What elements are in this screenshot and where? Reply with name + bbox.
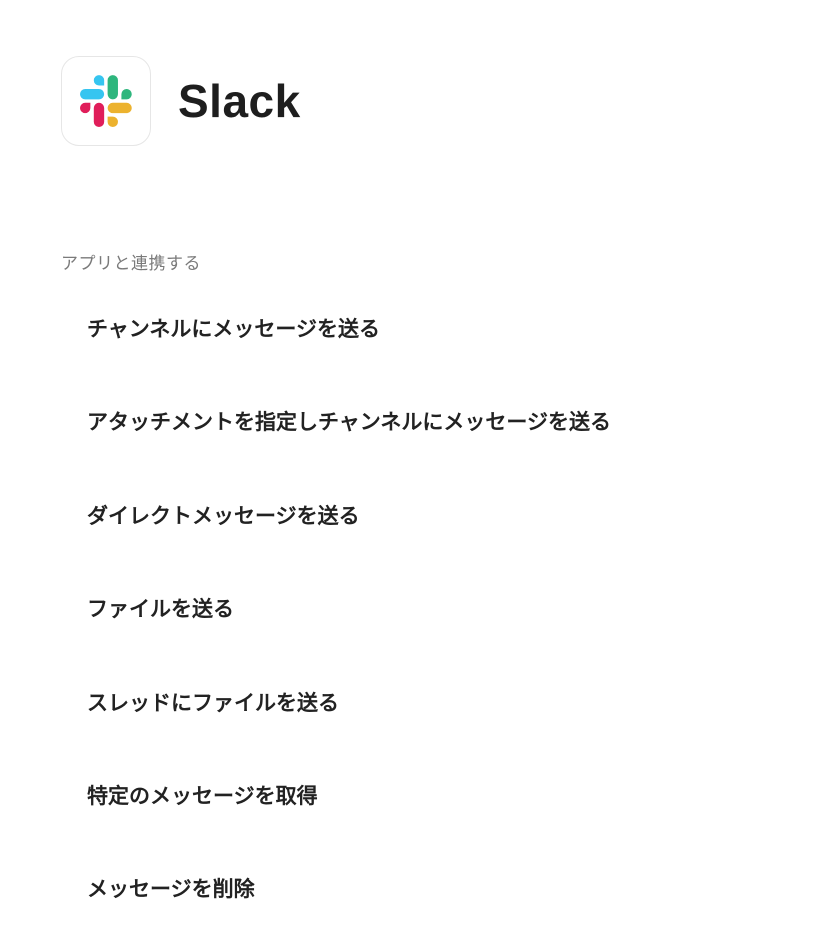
section-label: アプリと連携する — [61, 254, 201, 274]
action-send-channel-message-with-attachment[interactable]: アタッチメントを指定しチャンネルにメッセージを送る — [87, 408, 611, 436]
app-title: Slack — [178, 75, 301, 127]
action-send-file[interactable]: ファイルを送る — [87, 595, 234, 623]
action-delete-message[interactable]: メッセージを削除 — [87, 875, 255, 903]
action-send-file-to-thread[interactable]: スレッドにファイルを送る — [87, 689, 339, 717]
app-header: Slack — [61, 55, 301, 147]
action-send-channel-message[interactable]: チャンネルにメッセージを送る — [87, 315, 380, 343]
action-get-specific-message[interactable]: 特定のメッセージを取得 — [87, 782, 318, 810]
app-logo-tile — [61, 56, 151, 146]
action-send-direct-message[interactable]: ダイレクトメッセージを送る — [87, 502, 360, 530]
slack-logo-icon — [80, 75, 132, 127]
